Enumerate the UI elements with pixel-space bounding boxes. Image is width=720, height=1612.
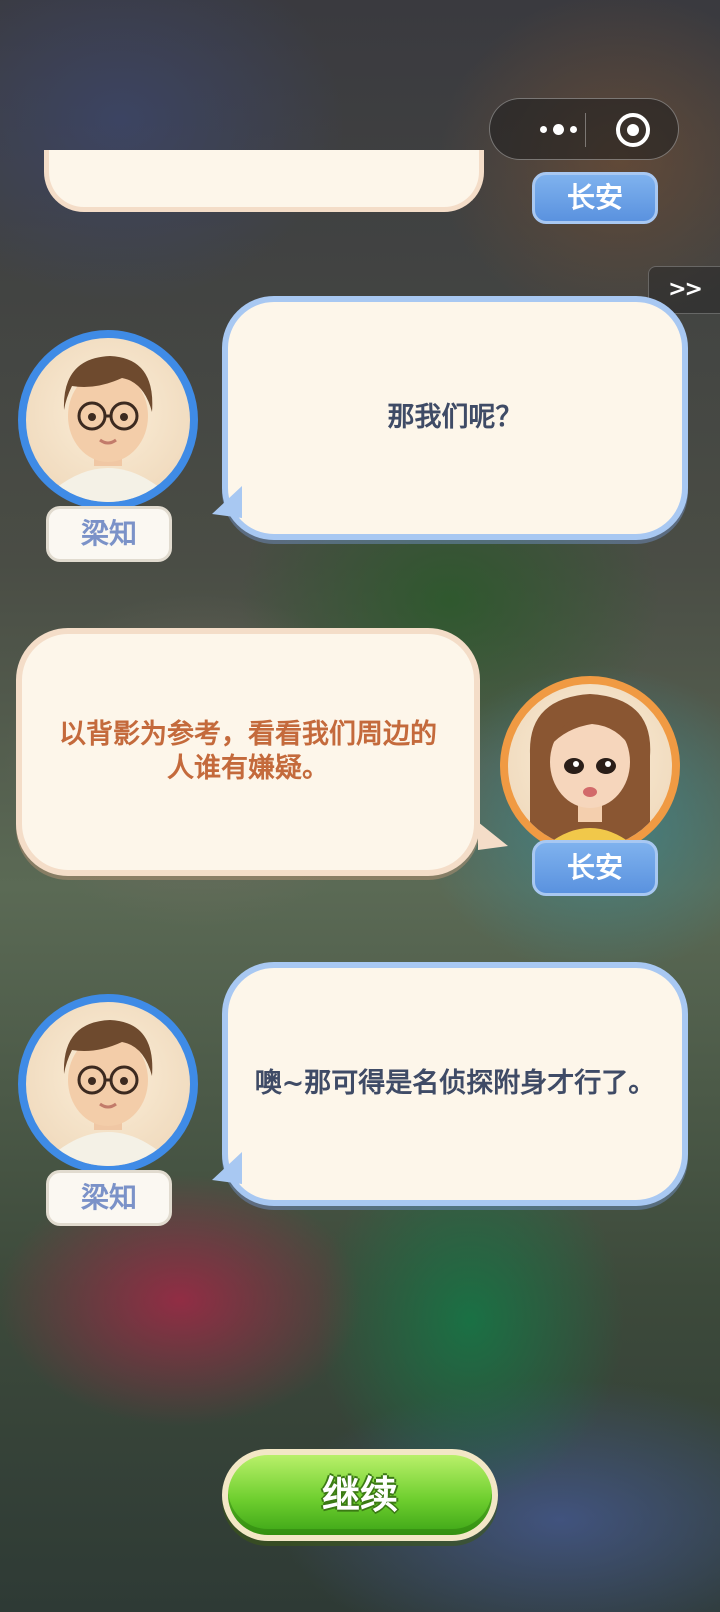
- avatar: [18, 330, 198, 510]
- previous-speaker-name: 长安: [566, 181, 623, 214]
- skip-label: >>: [668, 277, 703, 302]
- speaker-name: 长安: [566, 851, 623, 884]
- speech-bubble: 那我们呢？: [222, 296, 688, 540]
- speech-bubble: 噢~那可得是名侦探附身才行了。: [222, 962, 688, 1206]
- speech-bubble: 以背影为参考，看看我们周边的人谁有嫌疑。: [16, 628, 480, 876]
- continue-label: 继续: [321, 1473, 398, 1517]
- bubble-tail: [212, 1152, 242, 1184]
- miniprogram-capsule: [489, 98, 679, 160]
- avatar: [500, 676, 680, 856]
- game-scene: 长安 >> 梁知 那我们呢？ 以背影为参考，看看我们周边的人谁有嫌疑。 长安 梁…: [0, 0, 720, 1612]
- previous-nametag: 长安: [532, 172, 658, 224]
- speaker-nametag: 梁知: [46, 1170, 172, 1226]
- previous-bubble-edge: [44, 150, 484, 212]
- boy-portrait-icon: [56, 356, 160, 502]
- speaker-name: 梁知: [80, 1181, 137, 1214]
- speaker-name: 梁知: [80, 517, 137, 550]
- speaker-nametag: 长安: [532, 840, 658, 896]
- girl-portrait-icon: [529, 694, 651, 848]
- bubble-tail: [478, 822, 508, 850]
- speech-text: 噢~那可得是名侦探附身才行了。: [254, 1068, 656, 1099]
- avatar: [18, 994, 198, 1174]
- target-circle-icon[interactable]: [615, 112, 651, 148]
- boy-portrait-icon: [56, 1020, 160, 1166]
- continue-button[interactable]: 继续: [222, 1449, 498, 1541]
- capsule-divider: [585, 113, 586, 147]
- more-dots-icon[interactable]: [528, 117, 588, 141]
- speech-text: 以背影为参考，看看我们周边的人谁有嫌疑。: [59, 719, 437, 784]
- bubble-tail: [212, 486, 242, 518]
- speaker-nametag: 梁知: [46, 506, 172, 562]
- speech-text: 那我们呢？: [387, 402, 523, 433]
